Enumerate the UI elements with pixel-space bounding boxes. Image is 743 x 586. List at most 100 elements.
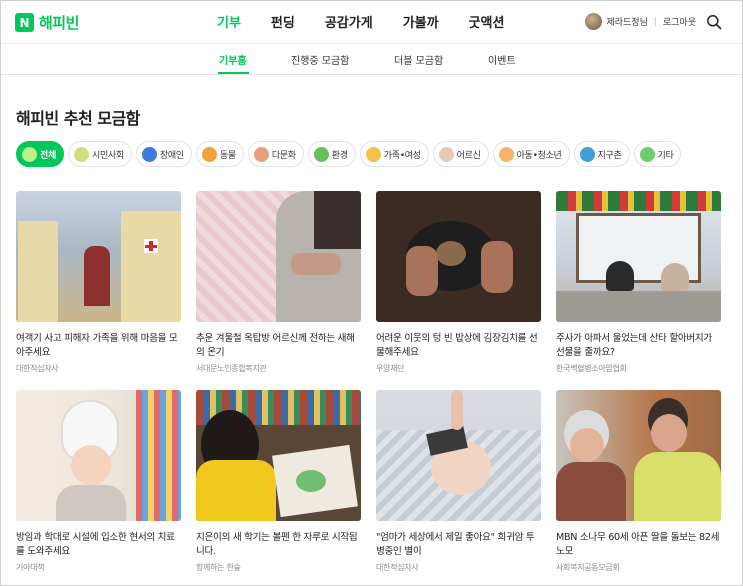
child-icon — [498, 146, 514, 162]
handshake-icon — [253, 146, 269, 162]
red-cross-mark — [145, 245, 157, 248]
nav-good-action[interactable]: 굿액션 — [469, 12, 505, 31]
campaign-org: 대한적십자사 — [16, 364, 59, 373]
campaign-org: 한국백혈병소아암협회 — [556, 364, 627, 373]
tab-event[interactable]: 이벤트 — [488, 52, 516, 67]
campaign-title: MBN 소나무 60세 아픈 딸을 돌보는 82세 노모 — [556, 532, 720, 557]
house-icon — [365, 146, 381, 162]
avatar[interactable] — [585, 13, 603, 30]
category-elderly[interactable]: 어르신 — [432, 141, 489, 167]
category-label: 장애인 — [159, 150, 184, 161]
search-icon[interactable] — [706, 14, 722, 30]
people-icon — [73, 146, 89, 162]
category-label: 전체 — [40, 150, 56, 161]
category-label: 아동•청소년 — [516, 150, 562, 161]
campaign-photo — [16, 390, 181, 521]
elder-body — [556, 462, 626, 521]
campaign-title: "엄마가 세상에서 제일 좋아요" 희귀암 투병중인 별이 — [376, 532, 535, 557]
campaign-card[interactable]: 주사가 아파서 울었는데 산타 할아버지가 선물을 줄까요? 한국백혈병소아암협… — [556, 191, 721, 374]
sub-nav: 기부홈 진행중 모금함 더블 모금함 이벤트 — [1, 43, 742, 75]
campaign-title: 주사가 아파서 울었는데 산타 할아버지가 선물을 줄까요? — [556, 333, 712, 358]
campaign-card[interactable]: 방임과 학대로 시설에 입소한 현서의 치료를 도와주세요 기아대책 — [16, 390, 181, 573]
campaign-card[interactable]: 어려운 이웃의 텅 빈 밥상에 김장김치를 선물해주세요 우양재단 — [376, 191, 541, 374]
nav-funding[interactable]: 펀딩 — [271, 12, 295, 31]
category-family[interactable]: 가족•여성 — [359, 141, 429, 167]
campaign-card[interactable]: 여객기 사고 피해자 가족을 위해 마음을 모아주세요 대한적십자사 — [16, 191, 181, 374]
elder-face — [570, 428, 604, 462]
category-all[interactable]: 전체 — [16, 141, 64, 167]
campaign-title: 방임과 학대로 시설에 입소한 현서의 치료를 도와주세요 — [16, 532, 175, 557]
hand-shape — [406, 246, 438, 296]
naver-logo-badge: N — [15, 13, 34, 32]
hand-shape — [291, 253, 341, 275]
global-header: N 해피빈 기부 펀딩 공감가게 가볼까 굿액션 제라드정님 로그아웃 — [1, 1, 742, 43]
campaign-photo — [376, 390, 541, 521]
logo-text: 해피빈 — [39, 14, 79, 32]
category-environment[interactable]: 환경 — [307, 141, 356, 167]
hand-shape — [481, 241, 513, 293]
campaign-title: 지은이의 새 학기는 볼펜 한 자루로 시작됩니다. — [196, 532, 358, 557]
campaign-photo — [376, 191, 541, 322]
category-label: 기타 — [657, 150, 674, 161]
campaign-org: 우양재단 — [376, 364, 405, 373]
category-label: 다문화 — [271, 150, 296, 161]
person-shape — [314, 191, 361, 249]
globe-icon — [579, 146, 595, 162]
category-label: 동물 — [219, 150, 236, 161]
campaign-org: 기아대책 — [16, 563, 45, 572]
child-figure — [606, 261, 634, 291]
main-nav: 기부 펀딩 공감가게 가볼까 굿액션 — [217, 12, 534, 31]
bookshelf-shape — [136, 390, 181, 521]
nav-shop[interactable]: 공감가게 — [325, 12, 373, 31]
campaign-card[interactable]: 지은이의 새 학기는 볼펜 한 자루로 시작됩니다. 함께하는 한숲 — [196, 390, 361, 573]
tab-donate-home[interactable]: 기부홈 — [219, 52, 247, 67]
tent-shape — [121, 211, 181, 322]
user-name[interactable]: 제라드정님 — [606, 15, 647, 28]
campaign-org: 사회복지공동모금회 — [556, 563, 620, 572]
category-animal[interactable]: 동물 — [195, 141, 244, 167]
category-etc[interactable]: 기타 — [633, 141, 682, 167]
campaign-photo — [196, 191, 361, 322]
campaign-org: 대한적십자사 — [376, 563, 419, 572]
santa-figure — [661, 263, 689, 291]
nav-visit[interactable]: 가볼까 — [403, 12, 439, 31]
category-label: 환경 — [331, 150, 348, 161]
campaign-photo — [16, 191, 181, 322]
campaign-title: 여객기 사고 피해자 가족을 위해 마음을 모아주세요 — [16, 333, 178, 358]
table-shape — [556, 291, 721, 322]
tab-ongoing[interactable]: 진행중 모금함 — [291, 52, 349, 67]
campaign-card[interactable]: MBN 소나무 60세 아픈 딸을 돌보는 82세 노모 사회복지공동모금회 — [556, 390, 721, 573]
sprout-icon — [313, 146, 329, 162]
divider — [654, 16, 656, 27]
category-multicultural[interactable]: 다문화 — [247, 141, 304, 167]
arm-shape — [451, 390, 463, 430]
category-children[interactable]: 아동•청소년 — [492, 141, 570, 167]
volunteer-figure — [84, 246, 110, 306]
yellow-shirt — [196, 460, 276, 521]
category-global[interactable]: 지구촌 — [573, 141, 630, 167]
category-civil[interactable]: 시민사회 — [67, 141, 132, 167]
nav-donate[interactable]: 기부 — [217, 12, 241, 31]
user-utility: 제라드정님 로그아웃 — [585, 13, 722, 30]
category-label: 지구촌 — [597, 150, 622, 161]
category-filter: 전체 시민사회 장애인 동물 다문화 환경 가족•여성 어르신 아동•청소년 지… — [16, 141, 685, 167]
category-disabled[interactable]: 장애인 — [135, 141, 192, 167]
leaf-icon — [22, 146, 37, 162]
campaign-photo — [196, 390, 361, 521]
logout-button[interactable]: 로그아웃 — [663, 15, 696, 28]
active-tab-indicator — [218, 72, 249, 74]
campaign-title: 어려운 이웃의 텅 빈 밥상에 김장김치를 선물해주세요 — [376, 333, 538, 358]
campaign-card[interactable]: 추운 겨울철 옥탑방 어르신께 전하는 새해의 온기 서대문노인종합복지관 — [196, 191, 361, 374]
food-shape — [436, 241, 466, 266]
category-label: 시민사회 — [91, 150, 124, 161]
campaign-photo — [556, 191, 721, 322]
campaign-photo — [556, 390, 721, 521]
category-label: 가족•여성 — [383, 150, 421, 161]
happybean-logo[interactable]: N 해피빈 — [15, 12, 79, 33]
tab-double[interactable]: 더블 모금함 — [394, 52, 443, 67]
campaign-title: 추운 겨울철 옥탑방 어르신께 전하는 새해의 온기 — [196, 333, 355, 358]
campaign-card[interactable]: "엄마가 세상에서 제일 좋아요" 희귀암 투병중인 별이 대한적십자사 — [376, 390, 541, 573]
christmas-garland — [556, 191, 721, 211]
campaign-org: 함께하는 한숲 — [196, 563, 241, 572]
cat-icon — [201, 146, 217, 162]
